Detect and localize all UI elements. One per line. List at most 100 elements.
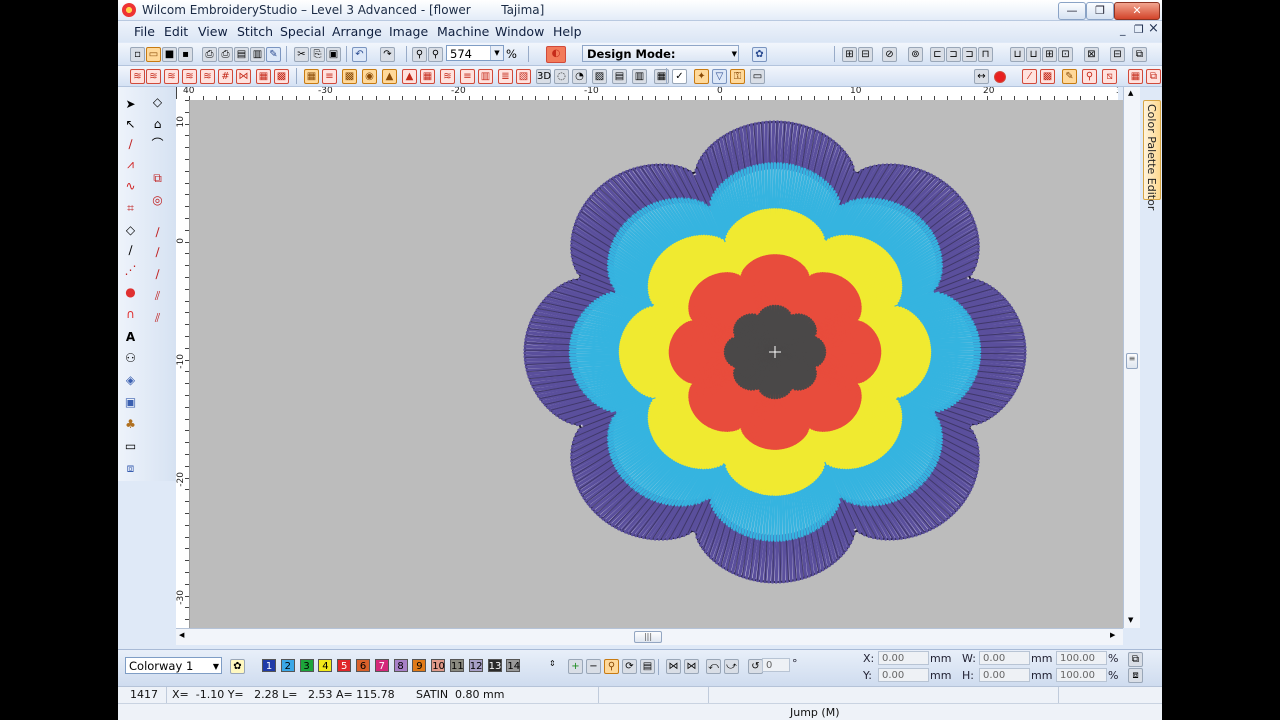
palette-settings-icon[interactable]: ✿: [230, 659, 245, 674]
reshape-icon[interactable]: ↖: [123, 117, 138, 132]
height-percent-field[interactable]: 100.00: [1056, 668, 1107, 682]
show-stitches-icon[interactable]: ✎: [1062, 69, 1077, 84]
copy-icon[interactable]: ⎘: [310, 47, 325, 62]
effect-ten-icon[interactable]: ▥: [478, 69, 493, 84]
undo-icon[interactable]: ↶: [352, 47, 367, 62]
y-field[interactable]: 0.00: [878, 668, 929, 682]
appliqué-icon[interactable]: ♣: [123, 417, 138, 432]
thread-swatch[interactable]: 11: [450, 659, 464, 672]
show-images-icon[interactable]: ▦: [1128, 69, 1143, 84]
arc-icon[interactable]: ∩: [123, 307, 138, 322]
trim-icon[interactable]: ⫽: [150, 289, 165, 304]
tie-off-icon[interactable]: ⫽: [150, 311, 165, 326]
menu-file[interactable]: File: [134, 24, 155, 39]
thread-swatch[interactable]: 3: [299, 659, 314, 672]
menu-arrange[interactable]: Arrange: [332, 24, 382, 39]
thread-swatch[interactable]: 5: [337, 659, 352, 672]
menu-help[interactable]: Help: [553, 24, 582, 39]
flower-embroidery-design[interactable]: [190, 100, 1123, 628]
auto-digitize-icon[interactable]: ◎: [150, 193, 165, 208]
rotate-angle-icon[interactable]: ↺: [748, 659, 763, 674]
three-d-icon[interactable]: 3D: [536, 69, 551, 84]
needle-point-icon[interactable]: ∕: [150, 225, 165, 240]
lettering-icon[interactable]: A: [123, 330, 138, 345]
sequin-fill-icon[interactable]: ▦: [256, 69, 271, 84]
horizontal-scroll-thumb[interactable]: |||: [634, 631, 662, 643]
pin-icon[interactable]: ✎: [266, 47, 281, 62]
checkbox-icon[interactable]: ✓: [672, 69, 687, 84]
pick-color-icon[interactable]: ⁄: [1022, 69, 1037, 84]
send-to-machine-icon[interactable]: ▥: [250, 47, 265, 62]
shape-icon[interactable]: ◈: [123, 373, 138, 388]
design-canvas[interactable]: [190, 100, 1123, 628]
column-icon[interactable]: ⌗: [123, 201, 138, 216]
effect-one-icon[interactable]: ▦: [304, 69, 319, 84]
x-field[interactable]: 0.00: [878, 651, 929, 665]
print-preview-icon[interactable]: ⎙: [202, 47, 217, 62]
thread-swatch[interactable]: 9: [412, 659, 427, 672]
scroll-left-icon[interactable]: ◀: [179, 631, 184, 639]
thread-swatch[interactable]: 1: [262, 659, 276, 672]
save-icon[interactable]: ■: [162, 47, 177, 62]
effect-seven-icon[interactable]: ▦: [420, 69, 435, 84]
distribute-icon[interactable]: ⊞: [1042, 47, 1057, 62]
color-grid-icon[interactable]: ▩: [1040, 69, 1055, 84]
menu-special[interactable]: Special: [280, 24, 325, 39]
align-right-icon[interactable]: ⊐: [962, 47, 977, 62]
colorway-select[interactable]: Colorway 1 ▼: [125, 657, 222, 674]
effect-fifteen-icon[interactable]: ◔: [572, 69, 587, 84]
effect-seventeen-icon[interactable]: ▤: [612, 69, 627, 84]
menu-window[interactable]: Window: [495, 24, 544, 39]
run-stitch-icon[interactable]: ⩘: [123, 157, 138, 172]
effect-fourteen-icon[interactable]: ◌: [554, 69, 569, 84]
lock-settings-icon[interactable]: ⚿: [730, 69, 745, 84]
open-folder-icon[interactable]: ▭: [146, 47, 161, 62]
stipple-fill-icon[interactable]: ▩: [274, 69, 289, 84]
assign-thread-icon[interactable]: ⚲: [604, 659, 619, 674]
motif-fill-icon[interactable]: ≋: [200, 69, 215, 84]
chevron-down-icon[interactable]: ▼: [213, 658, 219, 675]
align-center-icon[interactable]: ⊐: [946, 47, 961, 62]
thread-swatch[interactable]: 4: [318, 659, 333, 672]
mirror-vertical-icon[interactable]: ⋈: [684, 659, 699, 674]
thread-swatch[interactable]: 6: [356, 659, 370, 672]
mirror-icon[interactable]: ⧉: [1132, 47, 1147, 62]
pattern-fill-icon[interactable]: ≋: [182, 69, 197, 84]
add-color-icon[interactable]: +: [568, 659, 583, 674]
align-bottom-icon[interactable]: ⊔: [1026, 47, 1041, 62]
effect-two-icon[interactable]: ≡: [322, 69, 337, 84]
menu-stitch[interactable]: Stitch: [237, 24, 273, 39]
funnel-icon[interactable]: ▽: [712, 69, 727, 84]
satin-icon[interactable]: ≋: [146, 69, 161, 84]
net-fill-icon[interactable]: ⋈: [236, 69, 251, 84]
menu-image[interactable]: Image: [389, 24, 428, 39]
hoop-icon[interactable]: ✿: [752, 47, 767, 62]
reshape-tool-icon[interactable]: ◇: [150, 95, 165, 110]
monogram-icon[interactable]: ⚇: [123, 351, 138, 366]
effect-eighteen-icon[interactable]: ▥: [632, 69, 647, 84]
effect-three-icon[interactable]: ▩: [342, 69, 357, 84]
stitch-settings-icon[interactable]: ▭: [750, 69, 765, 84]
apply-transform-icon[interactable]: ⧈: [1128, 668, 1143, 683]
minimize-button[interactable]: —: [1058, 2, 1086, 20]
group-icon[interactable]: ⊞: [842, 47, 857, 62]
color-film-icon[interactable]: ▤: [640, 659, 655, 674]
align-left-icon[interactable]: ⊏: [930, 47, 945, 62]
cut-icon[interactable]: ✂: [294, 47, 309, 62]
mirror-merge-icon[interactable]: ⧈: [123, 461, 138, 476]
zoom-in-icon[interactable]: ⚲: [412, 47, 427, 62]
paste-icon[interactable]: ▣: [326, 47, 341, 62]
print-icon[interactable]: ⎙: [218, 47, 233, 62]
save-as-icon[interactable]: ▪: [178, 47, 193, 62]
menu-edit[interactable]: Edit: [164, 24, 188, 39]
zoom-out-icon[interactable]: ⚲: [428, 47, 443, 62]
effect-five-icon[interactable]: ▲: [382, 69, 397, 84]
frame-icon[interactable]: ▣: [123, 395, 138, 410]
effect-eleven-icon[interactable]: ≣: [498, 69, 513, 84]
thread-swatch[interactable]: 7: [374, 659, 389, 672]
tatami-icon[interactable]: ≋: [130, 69, 145, 84]
menu-machine[interactable]: Machine: [437, 24, 489, 39]
doc-restore-button[interactable]: ❐: [1134, 23, 1144, 36]
color-palette-editor-tab[interactable]: Color Palette Editor: [1143, 100, 1161, 210]
w-field[interactable]: 0.00: [979, 651, 1030, 665]
